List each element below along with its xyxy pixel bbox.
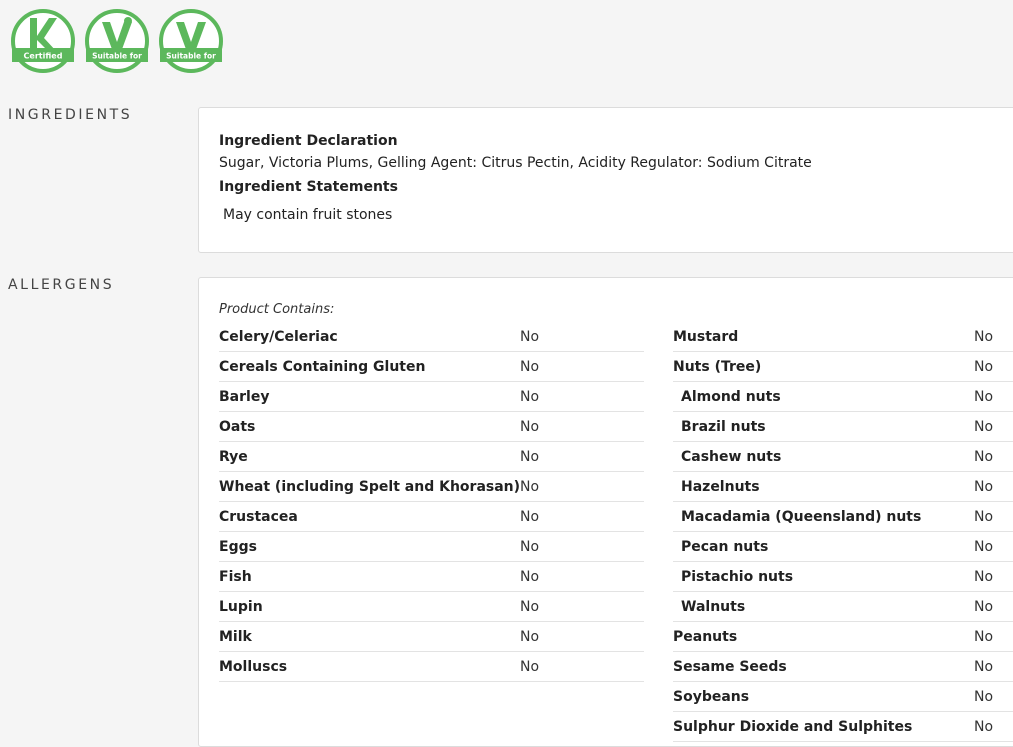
allergen-value: No <box>974 508 994 525</box>
allergen-name: Oats <box>219 418 256 435</box>
ingredient-declaration-text: Sugar, Victoria Plums, Gelling Agent: Ci… <box>219 155 812 171</box>
allergen-value: No <box>520 628 540 645</box>
allergen-value: No <box>520 508 540 525</box>
allergen-row: Almond nuts No <box>673 382 1013 412</box>
allergen-name: Molluscs <box>219 658 288 675</box>
allergen-row: Sesame Seeds No <box>673 652 1013 682</box>
allergen-row: Nuts (Tree) No <box>673 352 1013 382</box>
allergen-row: Cereals Containing Gluten No <box>219 352 644 382</box>
allergen-name: Peanuts <box>673 628 738 645</box>
allergen-row: Macadamia (Queensland) nuts No <box>673 502 1013 532</box>
allergen-name: Nuts (Tree) <box>673 358 762 375</box>
ingredient-statements-heading: Ingredient Statements <box>219 179 398 195</box>
allergen-value: No <box>974 628 994 645</box>
allergen-name: Pistachio nuts <box>681 568 794 585</box>
allergen-row: Fish No <box>219 562 644 592</box>
allergen-row: Walnuts No <box>673 592 1013 622</box>
allergen-value: No <box>520 388 540 405</box>
allergen-row: Rye No <box>219 442 644 472</box>
allergen-name: Crustacea <box>219 508 298 525</box>
allergen-value: No <box>520 568 540 585</box>
allergen-row: Milk No <box>219 622 644 652</box>
allergen-name: Eggs <box>219 538 257 555</box>
allergen-row: Mustard No <box>673 322 1013 352</box>
allergen-name: Hazelnuts <box>681 478 760 495</box>
allergen-row: Brazil nuts No <box>673 412 1013 442</box>
allergen-name: Celery/Celeriac <box>219 328 338 345</box>
allergen-value: No <box>974 358 994 375</box>
badge-label-vegan: Suitable for <box>166 52 216 61</box>
allergen-row: Hazelnuts No <box>673 472 1013 502</box>
allergen-value: No <box>974 418 994 435</box>
ingredient-statements-text: May contain fruit stones <box>223 207 393 223</box>
allergen-row: Pistachio nuts No <box>673 562 1013 592</box>
badge-label-certified: Certified <box>24 52 63 61</box>
allergen-row: Peanuts No <box>673 622 1013 652</box>
allergen-value: No <box>974 568 994 585</box>
allergen-name: Sulphur Dioxide and Sulphites <box>673 718 913 735</box>
allergen-name: Mustard <box>673 328 739 345</box>
allergen-value: No <box>974 688 994 705</box>
allergen-value: No <box>974 388 994 405</box>
allergen-name: Macadamia (Queensland) nuts <box>681 508 922 525</box>
allergen-name: Fish <box>219 568 252 585</box>
allergen-value: No <box>974 718 994 735</box>
allergen-name: Soybeans <box>673 688 750 705</box>
allergen-value: No <box>520 358 540 375</box>
allergen-value: No <box>520 658 540 675</box>
allergen-value: No <box>520 598 540 615</box>
allergens-right-column: Mustard No Nuts (Tree) No Almond nuts No Br… <box>673 322 1013 742</box>
allergen-row: Celery/Celeriac No <box>219 322 644 352</box>
allergen-value: No <box>974 658 994 675</box>
suitable-for-vegans-icon: Suitable for <box>158 8 224 74</box>
allergen-row: Sulphur Dioxide and Sulphites No <box>673 712 1013 742</box>
allergen-row: Lupin No <box>219 592 644 622</box>
kosher-certified-icon: Certified <box>10 8 76 74</box>
allergen-name: Cereals Containing Gluten <box>219 358 426 375</box>
allergen-name: Rye <box>219 448 248 465</box>
ingredient-declaration-heading: Ingredient Declaration <box>219 133 398 149</box>
allergen-row: Molluscs No <box>219 652 644 682</box>
allergen-name: Brazil nuts <box>681 418 766 435</box>
product-contains-label: Product Contains: <box>219 302 335 317</box>
allergen-name: Walnuts <box>681 598 746 615</box>
allergen-row: Wheat (including Spelt and Khorasan) No <box>219 472 644 502</box>
allergen-name: Barley <box>219 388 270 405</box>
allergen-row: Barley No <box>219 382 644 412</box>
allergen-row: Soybeans No <box>673 682 1013 712</box>
allergen-row: Oats No <box>219 412 644 442</box>
allergen-value: No <box>520 418 540 435</box>
allergen-value: No <box>974 598 994 615</box>
allergens-section-title: ALLERGENS <box>8 277 115 293</box>
allergen-name: Almond nuts <box>681 388 781 405</box>
allergen-name: Milk <box>219 628 252 645</box>
allergen-value: No <box>974 328 994 345</box>
allergen-name: Lupin <box>219 598 263 615</box>
suitable-for-vegetarians-icon: Suitable for <box>84 8 150 74</box>
ingredients-section-title: INGREDIENTS <box>8 107 133 123</box>
allergen-value: No <box>520 328 540 345</box>
allergen-value: No <box>974 448 994 465</box>
allergen-row: Crustacea No <box>219 502 644 532</box>
allergens-left-column: Celery/Celeriac No Cereals Containing Glu… <box>219 322 644 682</box>
allergen-value: No <box>520 478 540 495</box>
allergen-value: No <box>520 538 540 555</box>
allergen-name: Sesame Seeds <box>673 658 787 675</box>
allergen-name: Pecan nuts <box>681 538 769 555</box>
ingredients-card: Ingredient Declaration Sugar, Victoria P… <box>198 107 1013 253</box>
allergen-row: Pecan nuts No <box>673 532 1013 562</box>
badge-label-vegetarian: Suitable for <box>92 52 142 61</box>
allergen-name: Wheat (including Spelt and Khorasan) <box>219 478 521 495</box>
allergens-card: Product Contains: Celery/Celeriac No Cere… <box>198 277 1013 747</box>
allergen-name: Cashew nuts <box>681 448 782 465</box>
dietary-badges: Certified Suitable for Suitable for <box>10 8 224 74</box>
allergen-value: No <box>520 448 540 465</box>
allergen-value: No <box>974 478 994 495</box>
allergen-value: No <box>974 538 994 555</box>
allergen-row: Eggs No <box>219 532 644 562</box>
allergen-row: Cashew nuts No <box>673 442 1013 472</box>
